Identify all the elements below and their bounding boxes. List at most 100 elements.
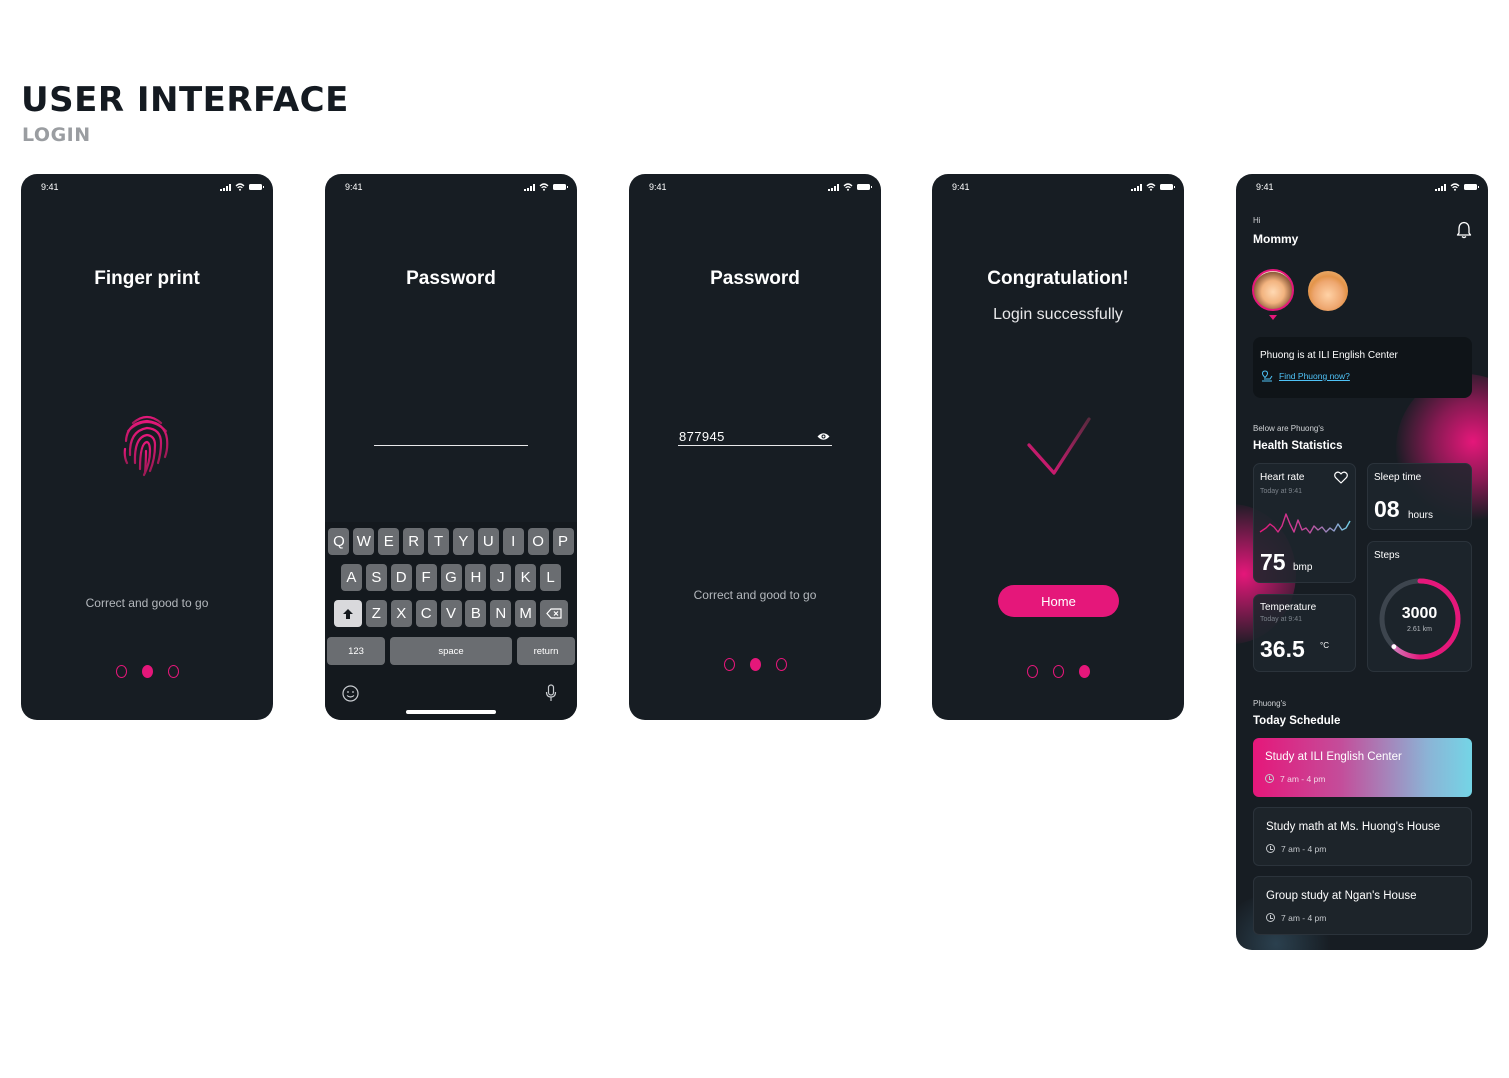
wifi-icon [235,183,245,191]
key-p[interactable]: P [552,528,574,555]
location-card[interactable]: Phuong is at ILI English Center Find Phu… [1253,337,1472,398]
key-c[interactable]: C [415,600,437,627]
eye-icon[interactable] [817,432,830,441]
key-l[interactable]: L [540,564,562,591]
keyboard-row-4: 123 space return [325,637,577,665]
child-avatar-selected[interactable] [1252,269,1294,311]
key-h[interactable]: H [465,564,487,591]
keyboard: QWERTYUIOP ASDFGHJKL ZXCVBNM 123 space r… [325,522,577,720]
key-o[interactable]: O [527,528,549,555]
pager-dot[interactable] [723,658,735,671]
battery-icon [1160,184,1175,190]
temperature-card[interactable]: Temperature Today at 9:41 36.5 °C [1253,594,1356,672]
wifi-icon [1450,183,1460,191]
keyboard-row-3: ZXCVBNM [325,600,577,627]
pager-dot[interactable] [1052,665,1064,678]
pager-dot[interactable] [167,665,179,678]
key-g[interactable]: G [440,564,462,591]
page-title: USER INTERFACE [21,80,349,120]
clock-icon [1266,844,1275,853]
emoji-icon[interactable] [342,685,359,702]
status-time: 9:41 [1256,182,1274,192]
status-caption: Correct and good to go [693,588,817,602]
microphone-icon[interactable] [545,684,557,702]
key-v[interactable]: V [440,600,462,627]
heart-rate-label: Heart rate [1260,472,1305,483]
numbers-key[interactable]: 123 [327,637,385,665]
key-b[interactable]: B [465,600,487,627]
find-child-link[interactable]: Find Phuong now? [1279,371,1350,381]
keyboard-row-2: ASDFGHJKL [325,564,577,591]
screen-title: Password [710,268,800,289]
sleep-card[interactable]: Sleep time 08 hours [1367,463,1472,530]
temperature-unit: °C [1320,641,1329,650]
status-bar: 9:41 [325,174,577,200]
pager-dot[interactable] [775,658,787,671]
pager-dot-active[interactable] [749,658,761,671]
key-d[interactable]: D [390,564,412,591]
key-s[interactable]: S [365,564,387,591]
signal-icon [1435,183,1446,191]
heart-icon [1334,471,1348,484]
pager-dot[interactable] [115,665,127,678]
checkmark-icon [1027,417,1091,475]
wifi-icon [843,183,853,191]
key-k[interactable]: K [515,564,537,591]
key-r[interactable]: R [403,528,425,555]
key-m[interactable]: M [515,600,537,627]
schedule-pretitle: Phuong's [1253,699,1287,708]
phone-password-entry: 9:41 Password QWERTYUIOP ASDFGHJKL ZXCVB… [325,174,577,720]
wifi-icon [539,183,549,191]
key-x[interactable]: X [390,600,412,627]
wifi-icon [1146,183,1156,191]
steps-card[interactable]: Steps 3000 2.61 km [1367,541,1472,672]
phone-dashboard: 9:41 Hi Mommy Phuong is at ILI English C… [1236,174,1488,950]
child-avatar[interactable] [1308,271,1348,311]
key-u[interactable]: U [477,528,499,555]
key-w[interactable]: W [353,528,375,555]
key-y[interactable]: Y [452,528,474,555]
battery-icon [249,184,264,190]
stats-title: Health Statistics [1253,440,1343,452]
space-key[interactable]: space [390,637,512,665]
shift-key[interactable] [333,600,362,627]
heart-rate-unit: bmp [1293,562,1313,573]
user-name: Mommy [1253,232,1299,246]
home-indicator [406,710,496,714]
bell-icon[interactable] [1456,221,1472,239]
key-e[interactable]: E [378,528,400,555]
password-value[interactable]: 877945 [679,429,725,444]
key-a[interactable]: A [340,564,362,591]
schedule-item-title: Study math at Ms. Huong's House [1266,821,1441,833]
schedule-item[interactable]: Group study at Ngan's House 7 am - 4 pm [1253,876,1472,935]
schedule-item[interactable]: Study math at Ms. Huong's House 7 am - 4… [1253,807,1472,866]
home-button[interactable]: Home [998,585,1119,617]
schedule-item-active[interactable]: Study at ILI English Center 7 am - 4 pm [1253,738,1472,797]
key-n[interactable]: N [490,600,512,627]
schedule-item-time: 7 am - 4 pm [1281,913,1327,923]
phone-success: 9:41 Congratulation! Login successfully … [932,174,1184,720]
screen-title: Congratulation! [987,268,1129,289]
schedule-item-time: 7 am - 4 pm [1280,774,1326,784]
key-i[interactable]: I [502,528,524,555]
pager-dot-active[interactable] [1078,665,1090,678]
heart-rate-card[interactable]: Heart rate Today at 9:41 75 bmp [1253,463,1356,583]
password-input[interactable] [374,445,528,446]
key-f[interactable]: F [415,564,437,591]
backspace-key[interactable] [540,600,569,627]
pager-dot[interactable] [1026,665,1038,678]
screen-title: Password [406,268,496,289]
key-j[interactable]: J [490,564,512,591]
signal-icon [1131,183,1142,191]
signal-icon [828,183,839,191]
fingerprint-icon[interactable] [121,411,173,481]
pager-dot-active[interactable] [141,665,153,678]
heart-rate-value: 75 [1260,549,1286,575]
key-t[interactable]: T [428,528,450,555]
key-z[interactable]: Z [365,600,387,627]
key-q[interactable]: Q [328,528,350,555]
schedule-item-title: Group study at Ngan's House [1266,890,1417,902]
password-underline [678,445,832,446]
return-key[interactable]: return [517,637,575,665]
steps-value: 3000 [1401,605,1438,622]
